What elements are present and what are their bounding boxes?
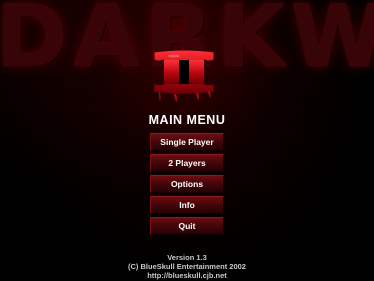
info-button[interactable]: Info bbox=[150, 196, 224, 214]
game-main-menu-screen: DARKWAR MAIN MENU Singl bbox=[0, 0, 374, 281]
footer-credits: Version 1.3 (C) BlueSkull Entertainment … bbox=[0, 253, 374, 280]
roman-numeral-logo bbox=[148, 48, 220, 102]
two-players-button[interactable]: 2 Players bbox=[150, 154, 224, 172]
website-link[interactable]: http://blueskull.cjb.net bbox=[0, 271, 374, 280]
options-button[interactable]: Options bbox=[150, 175, 224, 193]
version-text: Version 1.3 bbox=[167, 253, 207, 262]
single-player-button[interactable]: Single Player bbox=[150, 133, 224, 151]
main-menu: Single Player 2 Players Options Info Qui… bbox=[150, 133, 224, 238]
copyright-text: (C) BlueSkull Entertainment 2002 bbox=[128, 262, 246, 271]
quit-button[interactable]: Quit bbox=[150, 217, 224, 235]
blood-numeral-icon bbox=[153, 49, 215, 102]
menu-title: MAIN MENU bbox=[148, 113, 226, 127]
